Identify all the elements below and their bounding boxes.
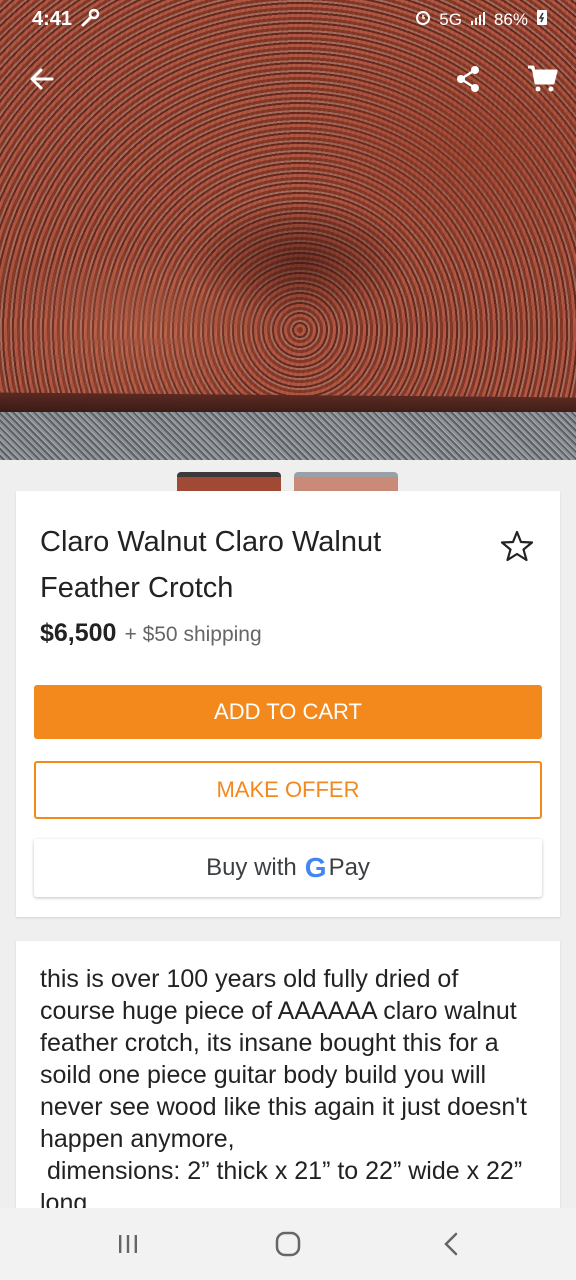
cart-icon[interactable]: [518, 55, 566, 103]
signal-icon: [470, 10, 486, 30]
gpay-prefix: Buy with: [206, 854, 297, 881]
battery-label: 86%: [493, 9, 528, 29]
description-card: this is over 100 years old fully dried o…: [16, 941, 560, 1211]
google-pay-button[interactable]: Buy with G Pay: [34, 839, 542, 897]
status-time: 4:41: [32, 8, 73, 30]
google-g-logo: G: [304, 852, 327, 883]
thumbnail-strip: [0, 472, 576, 492]
gpay-suffix: Pay: [328, 854, 370, 881]
status-bar: 4:41 5G 86%: [0, 0, 576, 40]
system-nav-bar: [0, 1208, 576, 1280]
product-description: this is over 100 years old fully dried o…: [40, 965, 527, 1211]
battery-charging-icon: [536, 8, 548, 31]
star-icon[interactable]: [500, 529, 534, 563]
add-to-cart-button[interactable]: ADD TO CART: [34, 685, 542, 739]
make-offer-button[interactable]: MAKE OFFER: [34, 761, 542, 819]
thumbnail-2[interactable]: [294, 472, 398, 492]
network-label: 5G: [439, 9, 462, 29]
recents-icon[interactable]: [108, 1226, 148, 1262]
share-icon[interactable]: [444, 55, 492, 103]
product-card: Claro Walnut Claro Walnut Feather Crotch…: [16, 491, 560, 917]
thumbnail-1[interactable]: [177, 472, 281, 492]
back-arrow-icon[interactable]: [18, 55, 66, 103]
status-indicators: 5G 86%: [415, 8, 548, 31]
nav-back-icon[interactable]: [432, 1226, 472, 1262]
alarm-icon: [415, 9, 431, 30]
shipping-cost: + $50 shipping: [124, 623, 262, 646]
home-icon[interactable]: [268, 1226, 308, 1262]
product-hero-image[interactable]: 4:41 5G 86%: [0, 0, 576, 460]
gravel-ground: [0, 412, 576, 460]
price: $6,500: [40, 619, 117, 647]
price-row: $6,500 + $50 shipping: [40, 619, 262, 648]
wrench-icon: [80, 8, 100, 33]
product-title: Claro Walnut Claro Walnut Feather Crotch: [40, 526, 382, 604]
